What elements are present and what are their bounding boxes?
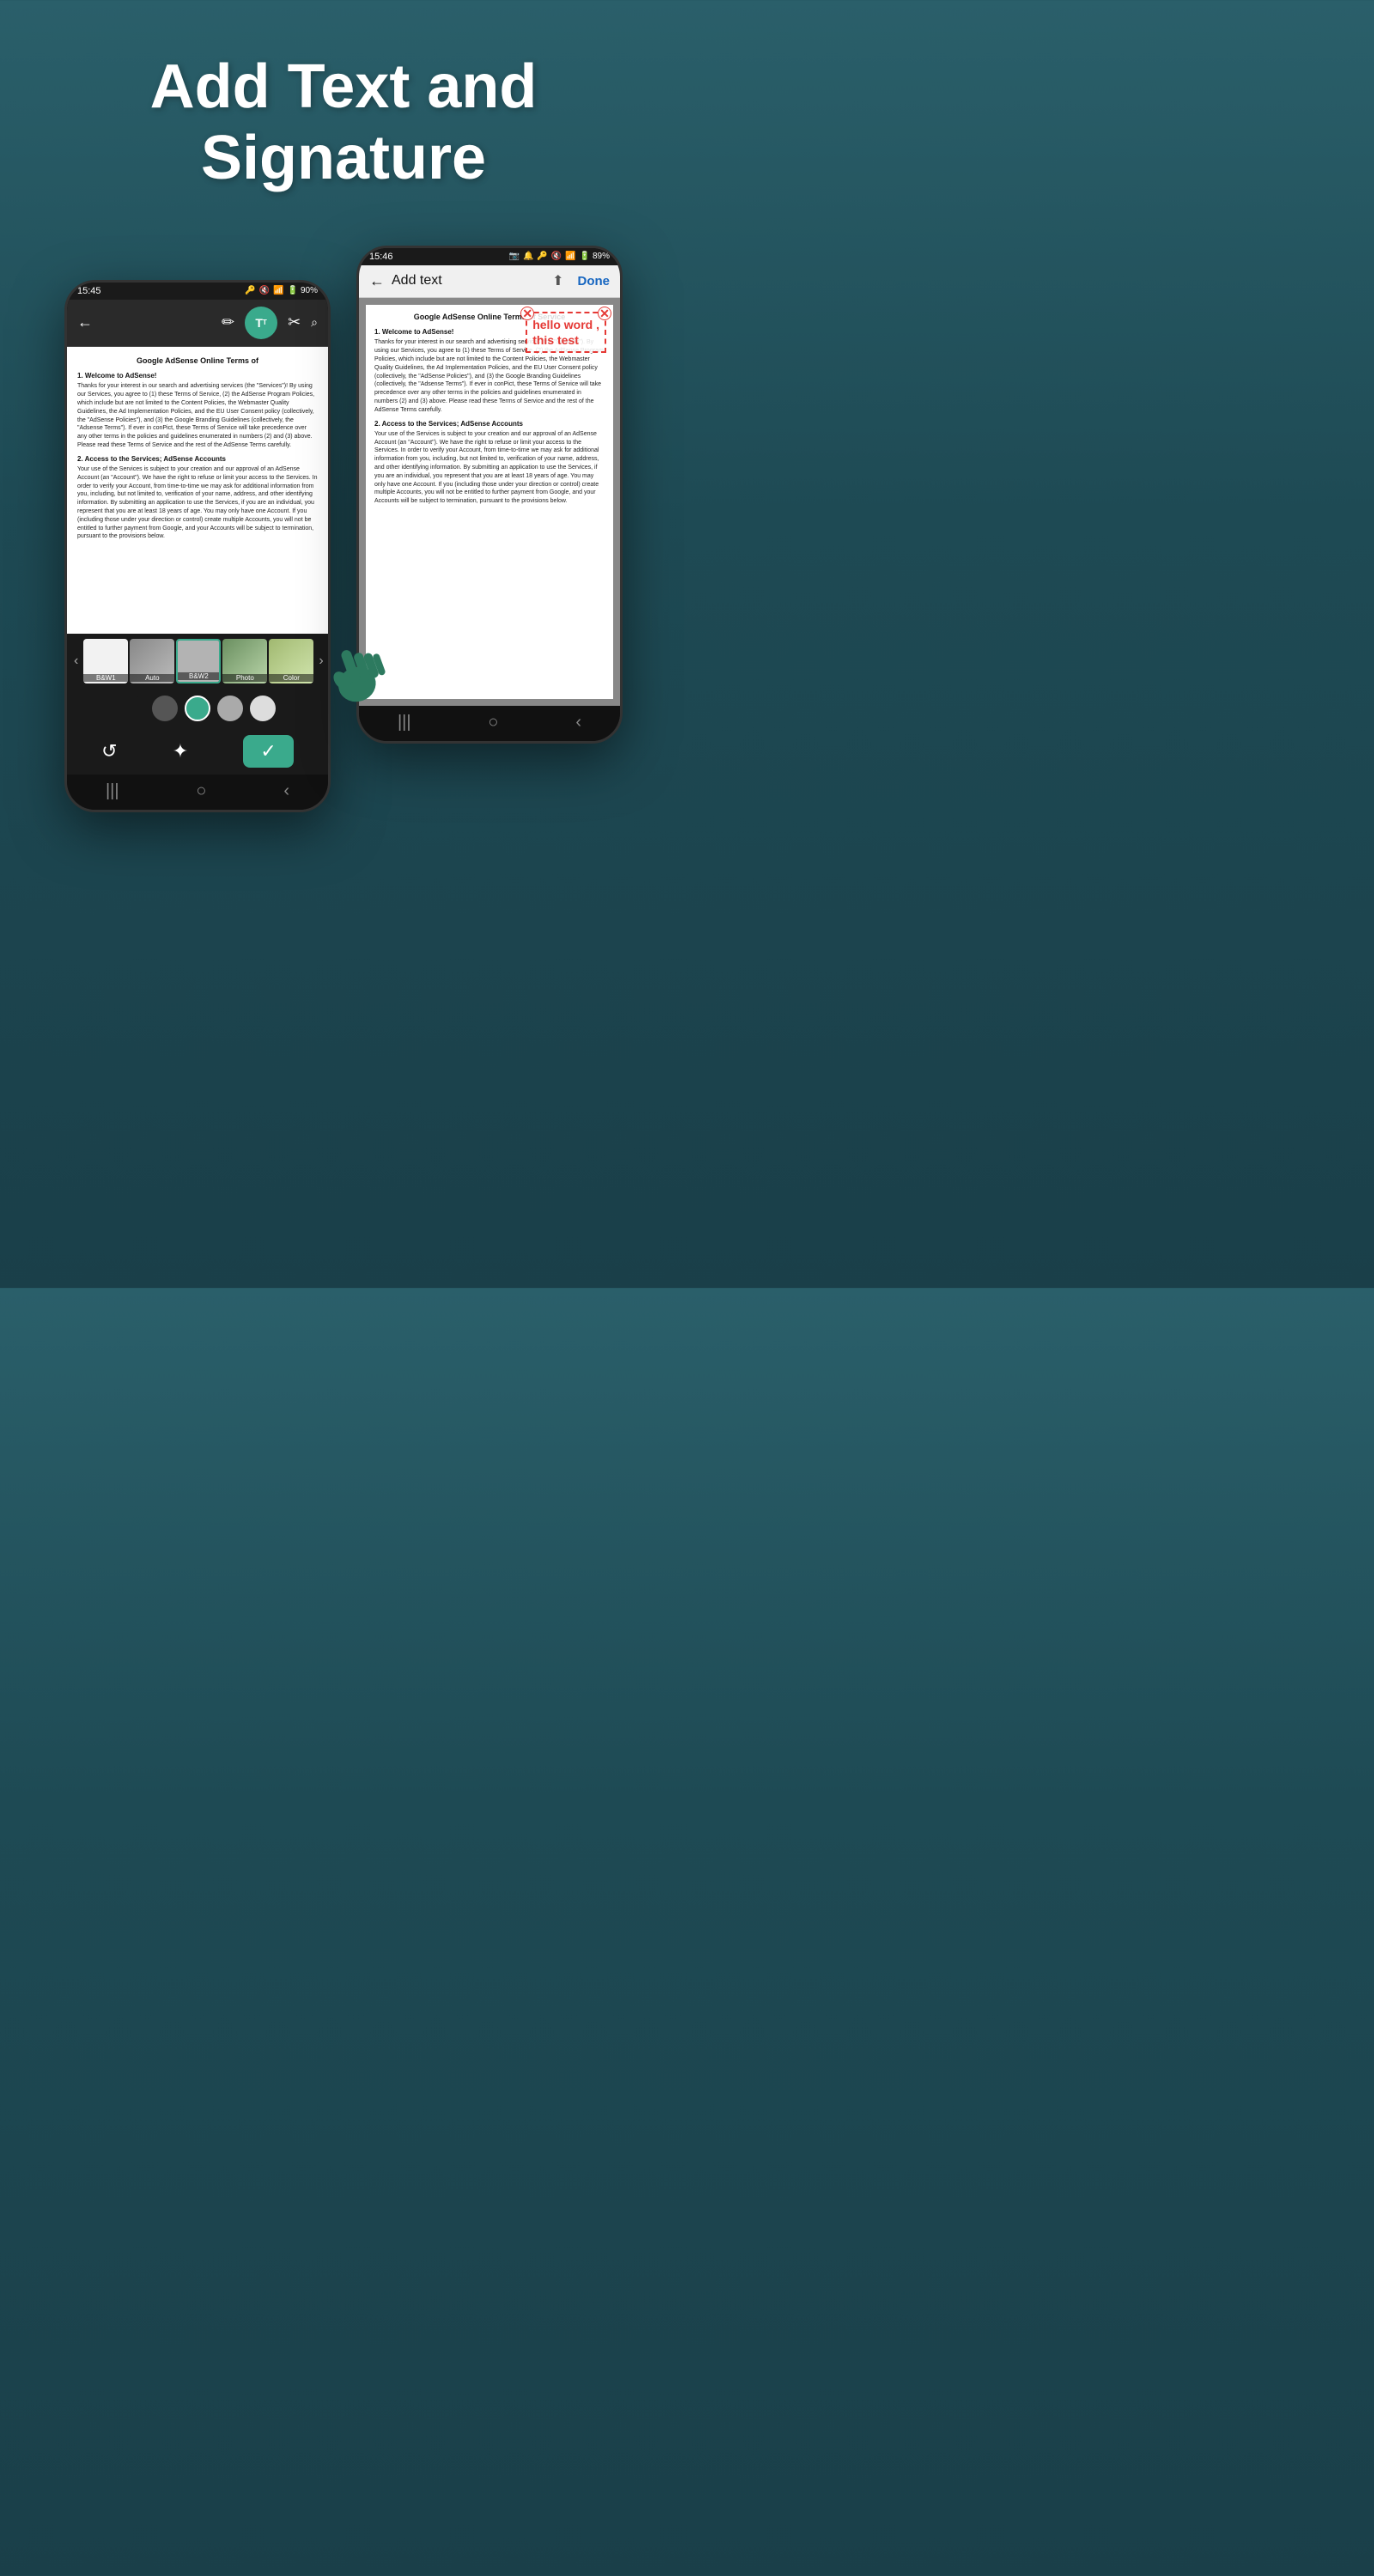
back-button-right[interactable]: ← — [369, 272, 385, 290]
filter-photo[interactable]: Photo — [222, 639, 267, 683]
filter-auto[interactable]: Auto — [130, 639, 174, 683]
nav-menu-right[interactable]: ||| — [398, 713, 411, 732]
status-icons-left: 🔑 🔇 📶 🔋 90% — [245, 286, 318, 295]
doc-body1-left: Thanks for your interest in our search a… — [77, 382, 318, 449]
status-bar-left: 15:45 🔑 🔇 📶 🔋 90% — [67, 283, 328, 300]
color-swatches — [67, 689, 328, 728]
nav-menu-left[interactable]: ||| — [106, 781, 119, 801]
doc-body2-left: Your use of the Services is subject to y… — [77, 465, 318, 541]
toolbar-right: ← Add text ⬆ Done — [359, 265, 620, 298]
nav-back-right[interactable]: ‹ — [575, 713, 581, 732]
close-annotation-left[interactable]: ✕ — [520, 307, 534, 320]
annotation-text: hello word ,this test — [532, 318, 599, 347]
time-right: 15:46 — [369, 252, 393, 262]
nav-back-left[interactable]: ‹ — [283, 781, 289, 801]
edit-icon-left[interactable]: ✏ — [222, 313, 234, 331]
swatch-dark-gray[interactable] — [152, 696, 178, 721]
status-icons-right: 📷 🔔 🔑 🔇 📶 🔋 89% — [508, 252, 610, 261]
status-bar-right: 15:46 📷 🔔 🔑 🔇 📶 🔋 89% — [359, 248, 620, 265]
toolbar-left: ← ✏ TT ✂ ⌕ — [67, 300, 328, 347]
back-button-left[interactable]: ← — [77, 313, 93, 331]
phone-right-screen: 15:46 📷 🔔 🔑 🔇 📶 🔋 89% ← Add text ⬆ Done — [359, 248, 620, 741]
swatch-teal[interactable] — [185, 696, 210, 721]
nav-home-left[interactable]: ○ — [196, 781, 206, 801]
search-icon-left[interactable]: ⌕ — [311, 315, 318, 330]
filter-bw2[interactable]: B&W2 — [176, 639, 221, 683]
doc-section2-left: 2. Access to the Services; AdSense Accou… — [77, 454, 318, 464]
filter-color-label: Color — [269, 674, 313, 682]
filter-bw1-label: B&W1 — [83, 674, 128, 682]
done-button[interactable]: Done — [578, 274, 611, 289]
filter-bw2-label: B&W2 — [178, 672, 219, 680]
action-bar: ↺ ✦ ✓ — [67, 728, 328, 775]
header: Add Text and Signature — [0, 0, 687, 228]
document-area-right: ✕ ✕ hello word ,this test Google AdSense… — [359, 298, 620, 706]
doc-title-left: Google AdSense Online Terms of — [77, 355, 318, 367]
document-left: Google AdSense Online Terms of 1. Welcom… — [67, 347, 328, 634]
doc-section1-left: 1. Welcome to AdSense! — [77, 371, 318, 380]
phone-left: 15:45 🔑 🔇 📶 🔋 90% ← ✏ TT ✂ ⌕ Google A — [64, 280, 331, 812]
filter-color[interactable]: Color — [269, 639, 313, 683]
page-title: Add Text and Signature — [17, 52, 670, 194]
swatch-light-gray[interactable] — [217, 696, 243, 721]
filter-photo-label: Photo — [222, 674, 267, 682]
phones-container: 15:45 🔑 🔇 📶 🔋 90% ← ✏ TT ✂ ⌕ Google A — [0, 228, 687, 829]
phone-left-screen: 15:45 🔑 🔇 📶 🔋 90% ← ✏ TT ✂ ⌕ Google A — [67, 283, 328, 810]
reset-button[interactable]: ↺ — [101, 740, 117, 762]
time-left: 15:45 — [77, 286, 101, 296]
filter-bar: ‹ B&W1 Auto B&W2 Photo — [67, 634, 328, 689]
nav-bar-left: ||| ○ ‹ — [67, 775, 328, 810]
swatch-white[interactable] — [250, 696, 276, 721]
document-right: ✕ ✕ hello word ,this test Google AdSense… — [366, 305, 613, 699]
doc-body2-right: Your use of the Services is subject to y… — [374, 430, 605, 506]
filter-bw1[interactable]: B&W1 — [83, 639, 128, 683]
confirm-button[interactable]: ✓ — [243, 735, 293, 768]
add-text-title: Add text — [392, 273, 545, 289]
export-icon-right[interactable]: ⬆ — [552, 272, 563, 289]
crop-icon-left[interactable]: ✂ — [288, 313, 301, 331]
filter-auto-label: Auto — [130, 674, 174, 682]
text-tool-button[interactable]: TT — [245, 307, 277, 339]
swatch-black[interactable] — [119, 696, 145, 721]
nav-bar-right: ||| ○ ‹ — [359, 706, 620, 741]
filter-prev[interactable]: ‹ — [70, 653, 82, 669]
phone-right: 15:46 📷 🔔 🔑 🔇 📶 🔋 89% ← Add text ⬆ Done — [356, 246, 623, 744]
hand-pointer — [318, 632, 386, 709]
text-annotation-box[interactable]: ✕ ✕ hello word ,this test — [526, 312, 606, 353]
close-annotation-right[interactable]: ✕ — [598, 307, 611, 320]
nav-home-right[interactable]: ○ — [488, 713, 498, 732]
magic-button[interactable]: ✦ — [173, 740, 188, 762]
doc-section2-right: 2. Access to the Services; AdSense Accou… — [374, 419, 605, 428]
